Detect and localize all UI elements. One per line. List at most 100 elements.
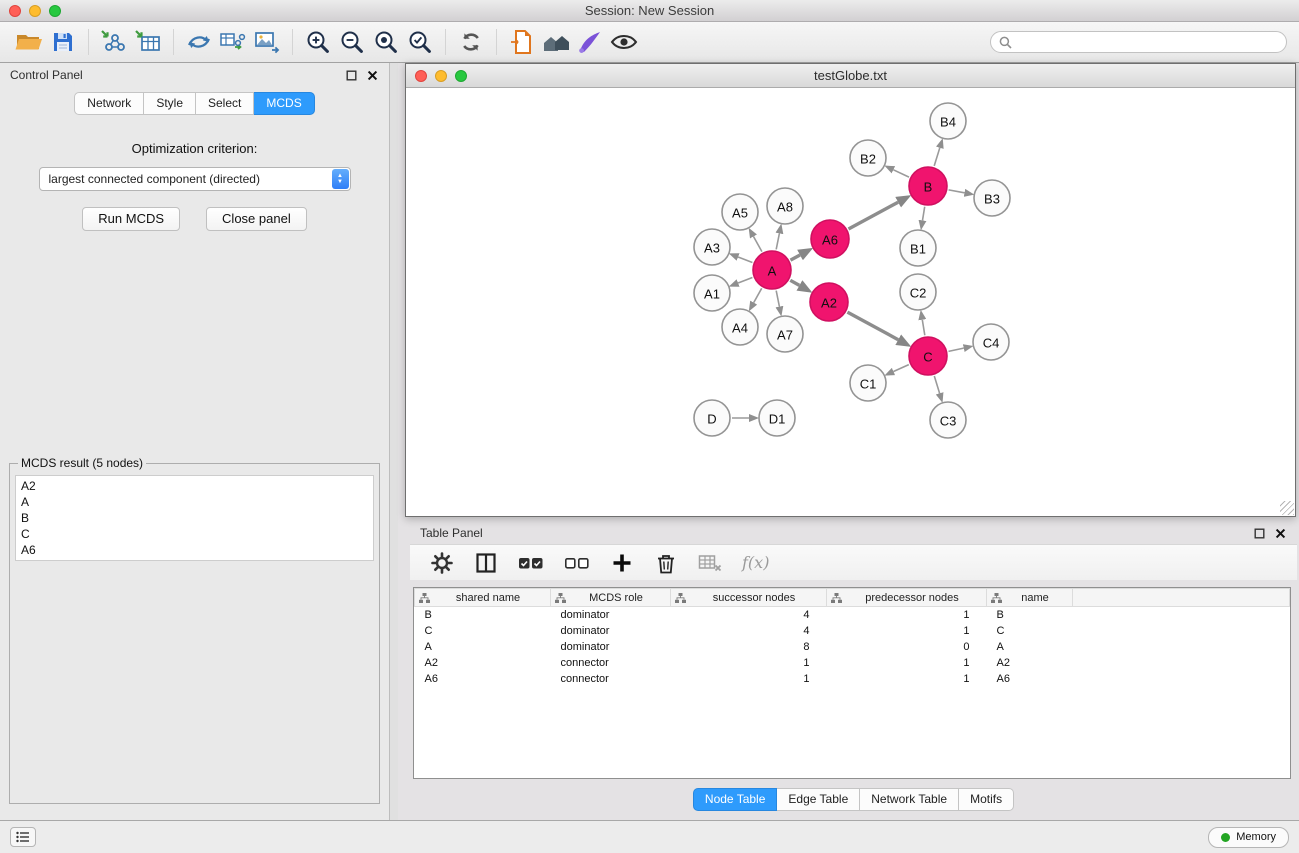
cell-mcds-role[interactable]: connector [551,671,671,687]
graph-edge-A-A3[interactable] [738,257,752,263]
open-file-button[interactable] [12,26,46,58]
tab-edge-table[interactable]: Edge Table [777,788,860,811]
graph-node-D1[interactable]: D1 [759,400,795,436]
cell-shared-name[interactable]: C [415,623,551,639]
table-settings-button[interactable] [430,550,454,576]
column-header-shared-name[interactable]: shared name [415,589,551,607]
graph-edge-A-A2[interactable] [790,280,799,285]
graph-node-B2[interactable]: B2 [850,140,886,176]
cell-predecessor-nodes[interactable]: 1 [827,607,987,623]
cell-name[interactable]: B [987,607,1073,623]
delete-rows-button[interactable] [654,550,678,576]
graph-node-C2[interactable]: C2 [900,274,936,310]
graph-node-C1[interactable]: C1 [850,365,886,401]
table-row[interactable]: Adominator80A [415,639,1290,655]
import-network-from-file-button[interactable] [97,26,131,58]
result-item[interactable]: A2 [21,478,368,494]
graph-edge-A-A5[interactable] [754,237,762,252]
result-item[interactable]: B [21,510,368,526]
network-window-titlebar[interactable]: testGlobe.txt [406,64,1295,88]
graph-edge-C-C4[interactable] [949,348,964,351]
table-row[interactable]: A6connector11A6 [415,671,1290,687]
zoom-window-button[interactable] [49,5,61,17]
clone-network-button[interactable] [182,26,216,58]
tab-select[interactable]: Select [196,92,254,115]
column-header-mcds-role[interactable]: MCDS role [551,589,671,607]
graph-node-B1[interactable]: B1 [900,230,936,266]
home-button[interactable] [539,26,573,58]
graph-node-A2[interactable]: A2 [810,283,848,321]
graph-edge-A-A4[interactable] [754,288,762,302]
panel-splitter[interactable] [390,63,398,820]
cell-mcds-role[interactable]: dominator [551,607,671,623]
column-header-successor-nodes[interactable]: successor nodes [671,589,827,607]
import-table-from-file-button[interactable] [131,26,165,58]
graph-node-B3[interactable]: B3 [974,180,1010,216]
cell-successor-nodes[interactable]: 1 [671,671,827,687]
cell-mcds-role[interactable]: dominator [551,639,671,655]
graph-node-A3[interactable]: A3 [694,229,730,265]
cell-mcds-role[interactable]: dominator [551,623,671,639]
graph-edge-C-C3[interactable] [934,376,939,393]
save-session-button[interactable] [46,26,80,58]
float-table-panel-button[interactable] [1253,527,1266,540]
visual-styles-button[interactable] [573,26,607,58]
tab-node-table[interactable]: Node Table [693,788,778,811]
graph-edge-B-B2[interactable] [893,170,909,177]
tab-mcds[interactable]: MCDS [254,92,314,115]
graph-edge-A-A8[interactable] [776,233,779,249]
graph-edge-A6-B[interactable] [849,202,899,229]
table-row[interactable]: Bdominator41B [415,607,1290,623]
memory-button[interactable]: Memory [1208,827,1289,848]
tab-network-table[interactable]: Network Table [860,788,959,811]
cell-shared-name[interactable]: A [415,639,551,655]
column-header-name[interactable]: name [987,589,1073,607]
graph-edge-C-C2[interactable] [922,320,925,336]
network-graph[interactable]: B4B2BB3A5A8A6A3B1AA1C2A2A4A7C4CC1C3DD1 [406,88,1295,516]
cell-shared-name[interactable]: A2 [415,655,551,671]
graph-node-C3[interactable]: C3 [930,402,966,438]
zoom-out-button[interactable] [335,26,369,58]
search-field[interactable] [990,31,1287,53]
cell-name[interactable]: C [987,623,1073,639]
cell-predecessor-nodes[interactable]: 1 [827,623,987,639]
zoom-fit-button[interactable] [369,26,403,58]
cell-shared-name[interactable]: B [415,607,551,623]
graph-node-A[interactable]: A [753,251,791,289]
cell-successor-nodes[interactable]: 1 [671,655,827,671]
optimization-criterion-select[interactable]: largest connected component (directed) ▲… [39,167,351,191]
graph-edge-A2-C[interactable] [847,312,898,340]
result-item[interactable]: A [21,494,368,510]
table-row[interactable]: Cdominator41C [415,623,1290,639]
network-zoom-button[interactable] [455,70,467,82]
zoom-selected-button[interactable] [403,26,437,58]
graph-edge-A-A6[interactable] [791,255,801,260]
main-titlebar[interactable]: Session: New Session [0,0,1299,22]
open-session-from-file-button[interactable] [505,26,539,58]
column-header-predecessor-nodes[interactable]: predecessor nodes [827,589,987,607]
window-resize-grip[interactable] [1280,501,1294,515]
minimize-window-button[interactable] [29,5,41,17]
table-row[interactable]: A2connector11A2 [415,655,1290,671]
graph-edge-A-A1[interactable] [738,278,752,284]
float-control-panel-button[interactable] [345,69,358,82]
refresh-button[interactable] [454,26,488,58]
select-all-button[interactable] [518,550,544,576]
graph-edge-C-C1[interactable] [894,365,909,372]
graph-node-A5[interactable]: A5 [722,194,758,230]
result-item[interactable]: C [21,526,368,542]
deselect-all-button[interactable] [564,550,590,576]
graph-edge-B-B3[interactable] [949,190,965,193]
cell-shared-name[interactable]: A6 [415,671,551,687]
cell-predecessor-nodes[interactable]: 1 [827,671,987,687]
close-panel-button[interactable]: Close panel [206,207,307,231]
cell-name[interactable]: A [987,639,1073,655]
run-mcds-button[interactable]: Run MCDS [82,207,180,231]
new-network-from-table-button[interactable] [216,26,250,58]
tab-motifs[interactable]: Motifs [959,788,1014,811]
cell-predecessor-nodes[interactable]: 0 [827,639,987,655]
show-hide-button[interactable] [607,26,641,58]
close-window-button[interactable] [9,5,21,17]
graph-node-A4[interactable]: A4 [722,309,758,345]
network-close-button[interactable] [415,70,427,82]
